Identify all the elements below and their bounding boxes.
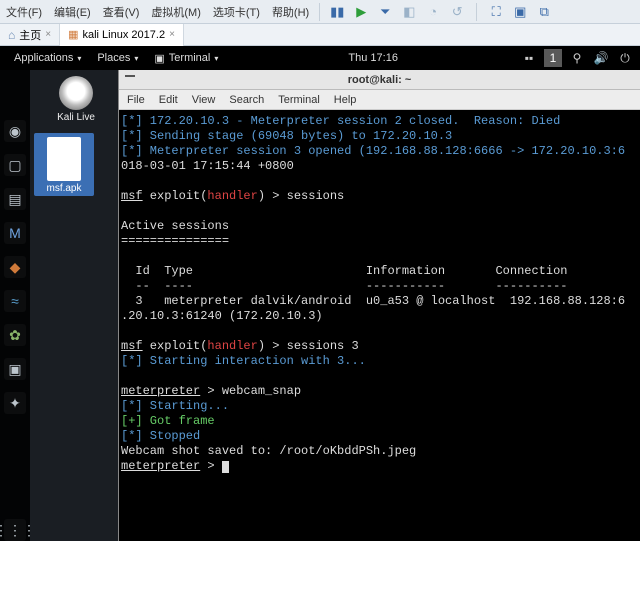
terminal-icon[interactable]: ▢	[4, 154, 26, 176]
msf-apk-file[interactable]: msf.apk	[34, 133, 94, 196]
close-icon[interactable]: ×	[45, 29, 51, 40]
term-menu-help[interactable]: Help	[334, 94, 357, 106]
leaf-icon[interactable]: ✿	[4, 324, 26, 346]
settings-slider-icon[interactable]: ⚲	[568, 49, 586, 67]
kali-live-shortcut[interactable]: Kali Live	[34, 76, 118, 123]
terminal-menubar: File Edit View Search Terminal Help	[119, 90, 640, 110]
record-icon[interactable]: ▪▪	[520, 49, 538, 67]
divider	[319, 3, 320, 21]
term-menu-terminal[interactable]: Terminal	[278, 94, 320, 106]
home-icon: ⌂	[8, 28, 15, 42]
desktop: ◉ ▢ ▤ M ◆ ≈ ✿ ▣ ✦ ⋮⋮⋮ Kali Live msf.apk …	[0, 70, 640, 541]
host-tabstrip: ⌂ 主页 × ▦ kali Linux 2017.2 ×	[0, 24, 640, 46]
clock-icon[interactable]: ◔	[424, 3, 442, 21]
metasploit-icon[interactable]: M	[4, 222, 26, 244]
host-menu-help[interactable]: 帮助(H)	[266, 4, 315, 20]
tab-kali-label: kali Linux 2017.2	[83, 29, 166, 41]
terminal-title: root@kali: ~	[348, 74, 412, 86]
revert-icon[interactable]: ↺	[448, 3, 466, 21]
cursor	[222, 461, 229, 473]
desktop-icons: Kali Live msf.apk	[30, 70, 122, 541]
divider	[476, 3, 477, 21]
power-icon[interactable]: ⏻	[616, 49, 634, 67]
host-menubar: 文件(F) 编辑(E) 查看(V) 虚拟机(M) 选项卡(T) 帮助(H) ▮▮…	[0, 0, 640, 24]
host-menu-edit[interactable]: 编辑(E)	[48, 4, 97, 20]
term-menu-view[interactable]: View	[192, 94, 216, 106]
snapshot-icon[interactable]: ◧	[400, 3, 418, 21]
minimize-icon[interactable]	[125, 74, 135, 77]
play-icon[interactable]: ▶	[352, 3, 370, 21]
gnome-terminal-entry[interactable]: ▣ Terminal▾	[146, 52, 226, 65]
kali-logo-icon	[59, 76, 93, 110]
gnome-places[interactable]: Places▾	[89, 52, 146, 64]
pause-icon[interactable]: ▮▮	[328, 3, 346, 21]
show-apps-icon[interactable]: ⋮⋮⋮	[4, 519, 26, 541]
chevron-down-icon: ▾	[77, 54, 81, 63]
unity-icon[interactable]: ⧉	[535, 3, 553, 21]
host-status-area	[0, 541, 640, 600]
kali-live-label: Kali Live	[57, 112, 95, 123]
term-menu-search[interactable]: Search	[229, 94, 264, 106]
monitor-icon: ▦	[68, 28, 78, 41]
chevron-down-icon: ▾	[134, 54, 138, 63]
workspace-indicator[interactable]: 1	[544, 49, 562, 67]
gear-icon[interactable]: ✦	[4, 392, 26, 414]
terminal-window: root@kali: ~ File Edit View Search Termi…	[118, 70, 640, 541]
fit-icon[interactable]: ⛶	[487, 3, 505, 21]
host-menu-view[interactable]: 查看(V)	[97, 4, 146, 20]
term-menu-edit[interactable]: Edit	[159, 94, 178, 106]
burp-icon[interactable]: ◆	[4, 256, 26, 278]
files-icon[interactable]: ▤	[4, 188, 26, 210]
tab-kali[interactable]: ▦ kali Linux 2017.2 ×	[60, 24, 184, 46]
msf-apk-label: msf.apk	[46, 183, 81, 194]
host-toolbar: ▮▮ ▶ ⏷ ◧ ◔ ↺ ⛶ ▣ ⧉	[324, 3, 553, 21]
gnome-applications[interactable]: Applications▾	[6, 52, 89, 64]
tab-home[interactable]: ⌂ 主页 ×	[0, 24, 60, 46]
wireshark-icon[interactable]: ≈	[4, 290, 26, 312]
volume-icon[interactable]: 🔊	[592, 49, 610, 67]
browser-icon[interactable]: ◉	[4, 120, 26, 142]
device-icon[interactable]: ⏷	[376, 3, 394, 21]
gnome-topbar: Applications▾ Places▾ ▣ Terminal▾ Thu 17…	[0, 46, 640, 70]
close-icon[interactable]: ×	[169, 29, 175, 40]
terminal-titlebar[interactable]: root@kali: ~	[119, 70, 640, 90]
host-menu-vm[interactable]: 虚拟机(M)	[145, 4, 207, 20]
file-icon	[47, 137, 81, 181]
tab-home-label: 主页	[19, 27, 41, 43]
fullscreen-icon[interactable]: ▣	[511, 3, 529, 21]
app-icon[interactable]: ▣	[4, 358, 26, 380]
terminal-body[interactable]: [*] 172.20.10.3 - Meterpreter session 2 …	[119, 110, 640, 541]
terminal-icon: ▣	[154, 52, 164, 65]
chevron-down-icon: ▾	[214, 54, 218, 63]
host-menu-tabs[interactable]: 选项卡(T)	[207, 4, 266, 20]
term-menu-file[interactable]: File	[127, 94, 145, 106]
dock: ◉ ▢ ▤ M ◆ ≈ ✿ ▣ ✦ ⋮⋮⋮	[0, 70, 30, 541]
gnome-clock[interactable]: Thu 17:16	[226, 52, 520, 64]
host-menu-file[interactable]: 文件(F)	[0, 4, 48, 20]
